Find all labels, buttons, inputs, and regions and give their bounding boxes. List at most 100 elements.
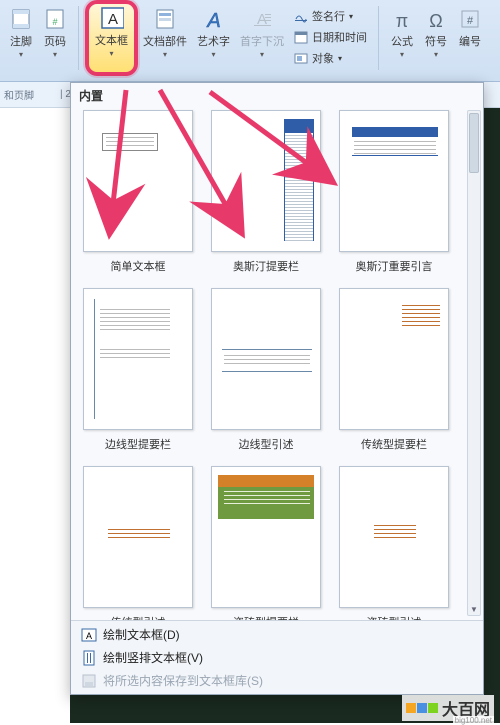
svg-text:A: A <box>86 631 92 641</box>
svg-text:Ω: Ω <box>429 11 442 31</box>
chevron-down-icon: ▾ <box>434 50 438 59</box>
label: 绘制文本框(D) <box>103 626 180 643</box>
caption: 边线型提要栏 <box>105 436 171 452</box>
separator <box>378 6 379 70</box>
label: 对象 <box>312 50 334 66</box>
gallery-item-tile-quote[interactable]: 瓷砖型引述 <box>335 466 453 620</box>
wordart-button[interactable]: A 艺术字 ▾ <box>192 4 235 72</box>
svg-text:π: π <box>396 11 408 31</box>
chevron-down-icon: ▾ <box>163 50 167 59</box>
textbox-button[interactable]: A 文本框 ▾ <box>85 0 138 76</box>
label: 日期和时间 <box>312 29 367 45</box>
label: 将所选内容保存到文本框库(S) <box>103 672 263 689</box>
thumbnail <box>83 110 193 252</box>
ruler-label: 和页脚 <box>4 87 34 102</box>
gallery-item-tile-sidebar[interactable]: 瓷砖型提要栏 <box>207 466 325 620</box>
wordart-icon: A <box>202 7 226 31</box>
page-number-icon: # <box>43 7 67 31</box>
document-edge <box>0 108 70 723</box>
draw-vertical-textbox-menu[interactable]: 绘制竖排文本框(V) <box>71 646 483 669</box>
scroll-down-icon[interactable]: ▼ <box>468 603 480 615</box>
thumbnail <box>211 466 321 608</box>
watermark-logo-icon <box>406 703 438 713</box>
label: 编号 <box>459 33 481 49</box>
label: 注脚 <box>10 33 32 49</box>
label: 绘制竖排文本框(V) <box>103 649 203 666</box>
chevron-down-icon: ▾ <box>19 50 23 59</box>
label: 艺术字 <box>197 33 230 49</box>
ribbon: 注脚 ▾ # 页码 ▾ A 文本框 ▾ 文档部件 ▾ <box>0 0 500 82</box>
label: 公式 <box>391 33 413 49</box>
textbox-icon: A <box>81 627 97 643</box>
thumbnail <box>339 288 449 430</box>
caption: 简单文本框 <box>111 258 166 274</box>
drop-cap-icon: A <box>250 7 274 31</box>
label: 签名行 <box>312 8 345 24</box>
vertical-textbox-icon <box>81 650 97 666</box>
quick-parts-icon <box>153 7 177 31</box>
object-button[interactable]: 对象 ▾ <box>289 48 372 68</box>
caption: 瓷砖型引述 <box>367 614 422 620</box>
chevron-down-icon: ▾ <box>109 49 113 58</box>
separator <box>78 6 79 70</box>
number-icon: # <box>458 7 482 31</box>
gallery-body: 简单文本框 奥斯汀提要栏 奥斯汀重要引言 <box>71 106 483 620</box>
watermark-url: big100.net <box>453 716 494 725</box>
chevron-down-icon: ▾ <box>338 54 342 63</box>
quick-parts-button[interactable]: 文档部件 ▾ <box>138 4 192 72</box>
svg-text:A: A <box>107 11 117 28</box>
equation-icon: π <box>390 7 414 31</box>
caption: 奥斯汀提要栏 <box>233 258 299 274</box>
label: 符号 <box>425 33 447 49</box>
svg-text:#: # <box>52 17 57 27</box>
chevron-down-icon: ▾ <box>400 50 404 59</box>
caption: 边线型引述 <box>239 436 294 452</box>
thumbnail <box>339 110 449 252</box>
date-time-icon <box>294 30 308 44</box>
caption: 瓷砖型提要栏 <box>233 614 299 620</box>
thumbnail <box>83 288 193 430</box>
save-to-gallery-menu[interactable]: 将所选内容保存到文本框库(S) <box>71 669 483 692</box>
chevron-down-icon: ▾ <box>53 50 57 59</box>
thumbnail <box>211 110 321 252</box>
number-button[interactable]: # 编号 <box>453 4 487 72</box>
symbol-button[interactable]: Ω 符号 ▾ <box>419 4 453 72</box>
svg-text:A: A <box>206 10 220 31</box>
object-icon <box>294 51 308 65</box>
svg-text:#: # <box>467 15 474 27</box>
chevron-down-icon: ▾ <box>260 50 264 59</box>
gallery-item-traditional-quote[interactable]: 传统型引述 <box>79 466 197 620</box>
page-number-button[interactable]: # 页码 ▾ <box>38 4 72 72</box>
symbol-icon: Ω <box>424 7 448 31</box>
gallery-item-austin-sidebar[interactable]: 奥斯汀提要栏 <box>207 110 325 282</box>
signature-icon <box>294 9 308 23</box>
caption: 奥斯汀重要引言 <box>356 258 433 274</box>
gallery-item-border-quote[interactable]: 边线型引述 <box>207 288 325 460</box>
equation-button[interactable]: π 公式 ▾ <box>385 4 419 72</box>
textbox-gallery: 内置 简单文本框 奥斯汀提要栏 <box>70 82 484 695</box>
thumbnail <box>83 466 193 608</box>
header-footer-icon <box>9 7 33 31</box>
label: 首字下沉 <box>240 33 284 49</box>
date-time-button[interactable]: 日期和时间 <box>289 27 372 47</box>
caption: 传统型引述 <box>111 614 166 620</box>
header-footer-button[interactable]: 注脚 ▾ <box>4 4 38 72</box>
gallery-item-austin-quote[interactable]: 奥斯汀重要引言 <box>335 110 453 282</box>
gallery-scrollbar[interactable]: ▲ ▼ <box>467 110 481 616</box>
chevron-down-icon: ▾ <box>211 50 215 59</box>
caption: 传统型提要栏 <box>361 436 427 452</box>
scroll-thumb[interactable] <box>469 113 479 173</box>
label: 页码 <box>44 33 66 49</box>
drop-cap-button[interactable]: A 首字下沉 ▾ <box>235 4 289 72</box>
label: 文本框 <box>95 32 128 48</box>
gallery-footer: A 绘制文本框(D) 绘制竖排文本框(V) 将所选内容保存到文本框库(S) <box>71 620 483 694</box>
thumbnail <box>211 288 321 430</box>
signature-line-button[interactable]: 签名行 ▾ <box>289 6 372 26</box>
chevron-down-icon: ▾ <box>349 12 353 21</box>
draw-textbox-menu[interactable]: A 绘制文本框(D) <box>71 623 483 646</box>
gallery-item-border-sidebar[interactable]: 边线型提要栏 <box>79 288 197 460</box>
gallery-grid: 简单文本框 奥斯汀提要栏 奥斯汀重要引言 <box>79 106 465 620</box>
gallery-section-header: 内置 <box>71 83 483 106</box>
gallery-item-simple-textbox[interactable]: 简单文本框 <box>79 110 197 282</box>
gallery-item-traditional-sidebar[interactable]: 传统型提要栏 <box>335 288 453 460</box>
